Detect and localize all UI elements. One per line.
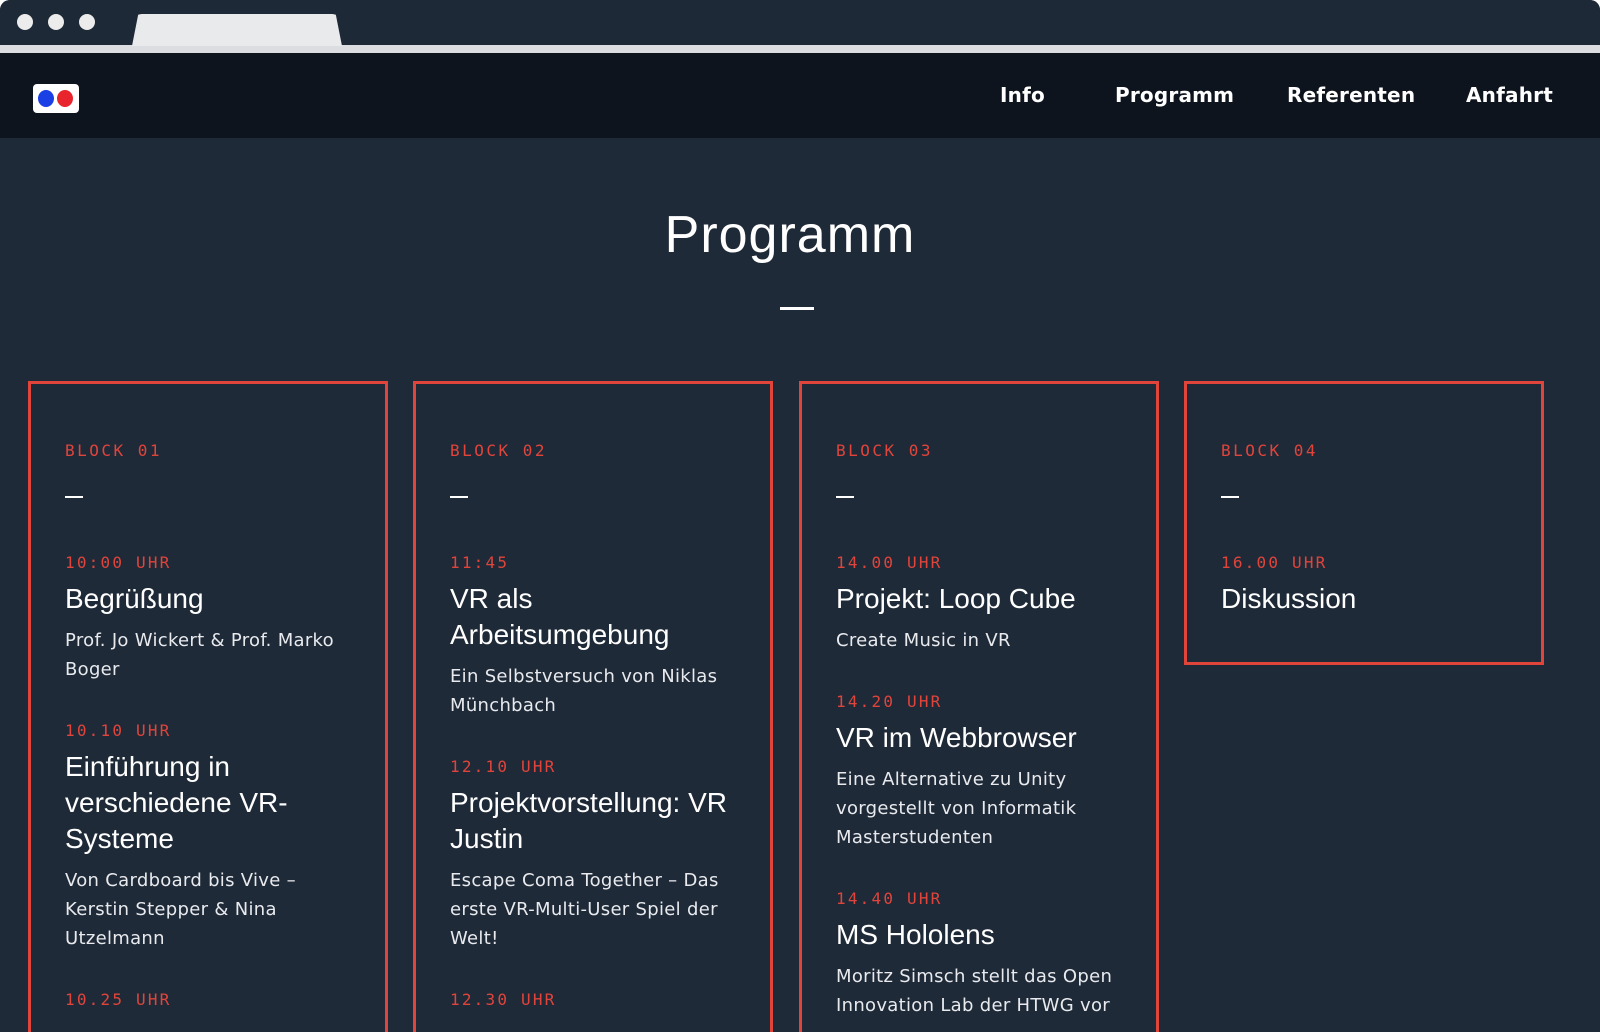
program-block-04: BLOCK 04 16.00 UHR Diskussion	[1184, 381, 1544, 665]
item-title: Einführung in verschiedene VR-Systeme	[65, 751, 288, 854]
program-block-02: BLOCK 02 11:45 VR als Arbeitsumgebung Ei…	[413, 381, 773, 1032]
schedule-item: 10.10 UHR Einführung in verschiedene VR-…	[65, 721, 351, 953]
item-title: MS Hololens	[836, 919, 995, 950]
item-subtitle: Eine Alternative zu Unity vorgestellt vo…	[836, 769, 1077, 848]
schedule-item: 12.30 UHR	[450, 990, 736, 1009]
item-subtitle: Create Music in VR	[836, 630, 1011, 651]
item-time: 10.25 UHR	[65, 990, 172, 1009]
item-subtitle: Prof. Jo Wickert & Prof. Marko Boger	[65, 630, 334, 680]
vr-glasses-logo-icon[interactable]	[33, 84, 79, 113]
item-time: 10.10 UHR	[65, 721, 172, 740]
item-title: VR als Arbeitsumgebung	[450, 583, 670, 650]
item-time: 16.00 UHR	[1221, 553, 1328, 572]
program-block-03: BLOCK 03 14.00 UHR Projekt: Loop Cube Cr…	[799, 381, 1159, 1032]
block-divider	[1221, 496, 1239, 498]
item-subtitle: Escape Coma Together – Das erste VR-Mult…	[450, 870, 719, 949]
schedule-item: 14.00 UHR Projekt: Loop Cube Create Musi…	[836, 553, 1122, 655]
program-block-01: BLOCK 01 10:00 UHR Begrüßung Prof. Jo Wi…	[28, 381, 388, 1032]
logo-red-lens	[57, 90, 73, 107]
nav-link-anfahrt[interactable]: Anfahrt	[1466, 83, 1553, 107]
window-maximize-dot[interactable]	[79, 14, 95, 30]
block-label: BLOCK 03	[836, 441, 934, 460]
logo-blue-lens	[38, 90, 54, 107]
schedule-item: 12.10 UHR Projektvorstellung: VR Justin …	[450, 757, 736, 953]
title-divider	[780, 307, 814, 310]
item-time: 14.00 UHR	[836, 553, 943, 572]
nav-link-info[interactable]: Info	[1000, 83, 1045, 107]
item-title: Projekt: Loop Cube	[836, 583, 1076, 614]
block-label: BLOCK 01	[65, 441, 163, 460]
item-time: 14.40 UHR	[836, 889, 943, 908]
item-title: VR im Webbrowser	[836, 722, 1077, 753]
item-title: Begrüßung	[65, 583, 204, 614]
item-time: 12.10 UHR	[450, 757, 557, 776]
block-divider	[836, 496, 854, 498]
window-close-dot[interactable]	[17, 14, 33, 30]
item-time: 12.30 UHR	[450, 990, 557, 1009]
block-label: BLOCK 02	[450, 441, 548, 460]
schedule-item: 10:00 UHR Begrüßung Prof. Jo Wickert & P…	[65, 553, 351, 684]
item-time: 14.20 UHR	[836, 692, 943, 711]
browser-tab[interactable]	[132, 14, 342, 46]
schedule-item: 14.40 UHR MS Hololens Moritz Simsch stel…	[836, 889, 1122, 1020]
schedule-item: 10.25 UHR	[65, 990, 351, 1009]
item-subtitle: Ein Selbstversuch von Niklas Münchbach	[450, 666, 718, 716]
item-time: 11:45	[450, 553, 510, 572]
item-subtitle: Von Cardboard bis Vive – Kerstin Stepper…	[65, 870, 296, 949]
item-title: Diskussion	[1221, 583, 1357, 614]
schedule-item: 14.20 UHR VR im Webbrowser Eine Alternat…	[836, 692, 1122, 852]
block-divider	[65, 496, 83, 498]
block-divider	[450, 496, 468, 498]
block-label: BLOCK 04	[1221, 441, 1319, 460]
schedule-item: 16.00 UHR Diskussion	[1221, 553, 1507, 617]
browser-chrome	[0, 0, 1600, 53]
window-minimize-dot[interactable]	[48, 14, 64, 30]
item-subtitle: Moritz Simsch stellt das Open Innovation…	[836, 966, 1113, 1016]
browser-window: Info Programm Referenten Anfahrt Program…	[0, 0, 1600, 1032]
nav-link-referenten[interactable]: Referenten	[1287, 83, 1415, 107]
item-title: Projektvorstellung: VR Justin	[450, 787, 728, 854]
schedule-item: 11:45 VR als Arbeitsumgebung Ein Selbstv…	[450, 553, 736, 720]
page-title: Programm	[664, 206, 916, 264]
nav-link-programm[interactable]: Programm	[1115, 83, 1234, 107]
item-time: 10:00 UHR	[65, 553, 172, 572]
